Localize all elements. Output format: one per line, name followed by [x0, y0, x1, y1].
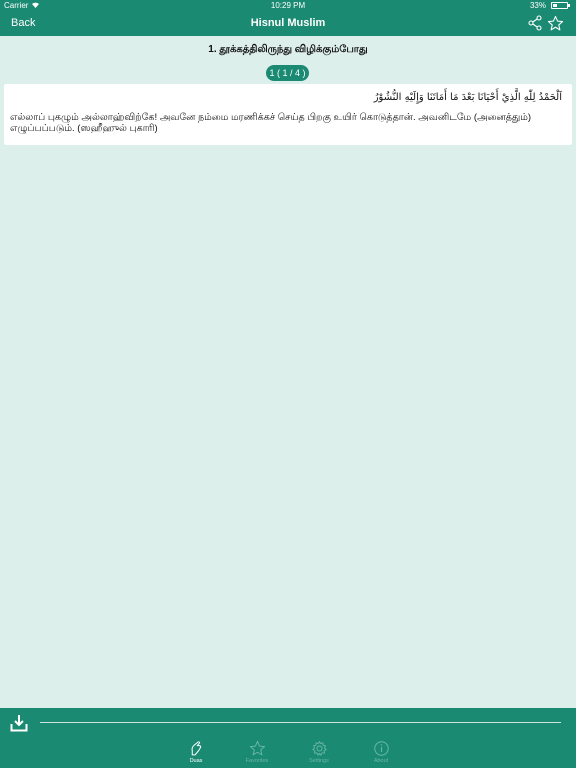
star-icon — [249, 740, 265, 756]
battery-icon — [551, 2, 570, 9]
gear-icon — [311, 740, 327, 756]
arabic-text: اَلْحَمْدُ لِلّٰهِ الَّذِيْ أَحْيَانَا ب… — [373, 92, 562, 103]
hands-icon — [191, 741, 201, 756]
tab-favorites[interactable]: Favorites — [237, 740, 277, 767]
translation-text: எல்லாப் புகழும் அல்லாஹ்விற்கே! அவனே நம்ம… — [10, 112, 532, 134]
info-icon — [373, 741, 389, 756]
status-time: 10:29 PM — [270, 1, 306, 10]
navigation-bar: Back Hisnul Muslim — [0, 12, 576, 36]
tab-bar: Duas Favorites Settings About — [0, 738, 576, 768]
tab-label: Favorites — [245, 758, 269, 764]
tab-label: Duas — [189, 758, 203, 764]
battery-percentage: 33% — [529, 1, 546, 10]
tab-label: Settings — [309, 758, 329, 764]
share-icon[interactable] — [527, 15, 543, 31]
status-bar: Carrier 10:29 PM 33% — [0, 0, 576, 12]
tab-duas[interactable]: Duas — [176, 740, 216, 767]
page-title: Hisnul Muslim — [250, 17, 326, 29]
dua-card: اَلْحَمْدُ لِلّٰهِ الَّذِيْ أَحْيَانَا ب… — [4, 84, 572, 145]
tab-label: About — [373, 758, 389, 764]
page-indicator-badge: 1 ( 1 / 4 ) — [266, 65, 309, 81]
tab-about[interactable]: About — [361, 740, 401, 767]
dua-heading: 1. தூக்கத்திலிருந்து விழிக்கும்போது — [208, 44, 368, 55]
favorite-star-icon[interactable] — [547, 15, 564, 32]
audio-progress-track[interactable] — [40, 722, 561, 723]
audio-player-bar — [0, 708, 576, 738]
download-icon[interactable] — [10, 714, 28, 732]
tab-settings[interactable]: Settings — [299, 740, 339, 767]
